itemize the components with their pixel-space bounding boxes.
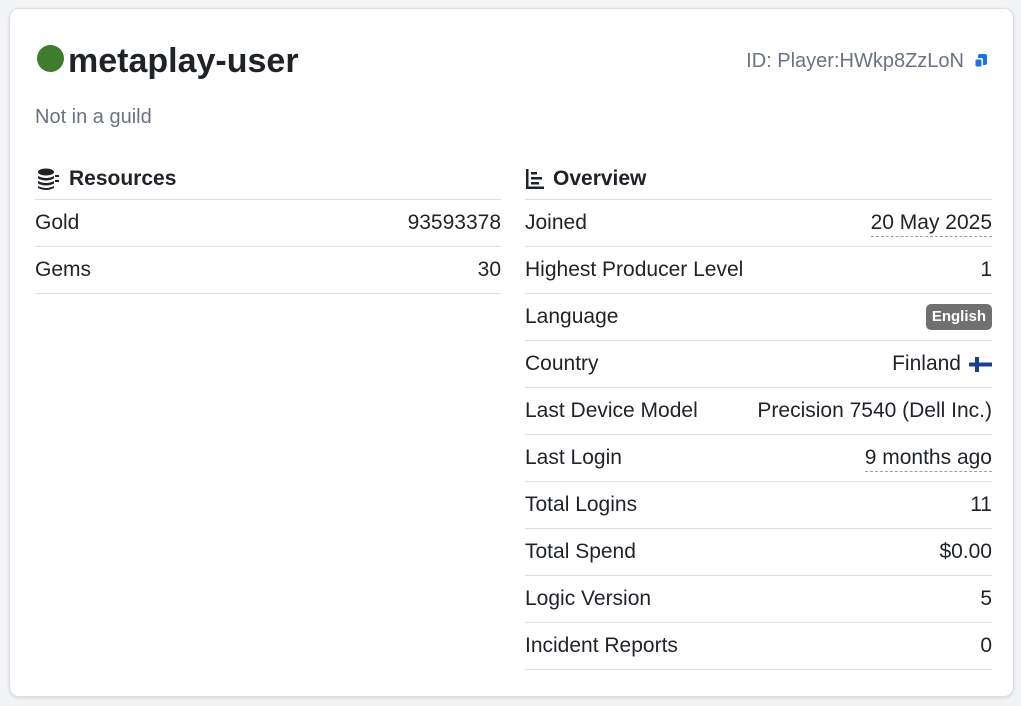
resource-row: Gold 93593378 — [35, 200, 501, 247]
country-name: Finland — [892, 352, 961, 375]
overview-row-total-spend: Total Spend $0.00 — [525, 529, 992, 576]
overview-row-language: Language English — [525, 294, 992, 341]
overview-value: 1 — [980, 258, 992, 281]
online-status-indicator — [37, 45, 64, 72]
overview-row-device: Last Device Model Precision 7540 (Dell I… — [525, 388, 992, 435]
overview-label: Incident Reports — [525, 634, 678, 657]
overview-title: Overview — [553, 167, 647, 190]
resource-value: 30 — [477, 258, 501, 281]
overview-label: Highest Producer Level — [525, 258, 744, 281]
overview-label: Joined — [525, 211, 587, 234]
overview-value: Precision 7540 (Dell Inc.) — [757, 399, 992, 422]
resources-header: Resources — [35, 159, 501, 200]
player-id: ID: Player:HWkp8ZzLoN — [746, 50, 964, 72]
coins-icon — [38, 168, 59, 190]
resource-row: Gems 30 — [35, 247, 501, 294]
resource-label: Gold — [35, 211, 80, 234]
overview-row-incident-reports: Incident Reports 0 — [525, 623, 992, 670]
overview-label: Total Spend — [525, 540, 636, 563]
player-name: metaplay-user — [68, 42, 299, 80]
finland-flag-icon — [969, 356, 992, 372]
player-overview-card: metaplay-user ID: Player:HWkp8ZzLoN Not … — [9, 8, 1014, 697]
overview-row-joined: Joined 20 May 2025 — [525, 200, 992, 247]
overview-label: Country — [525, 352, 599, 375]
joined-date[interactable]: 20 May 2025 — [870, 210, 992, 237]
chart-bar-icon — [526, 169, 544, 189]
country-value: Finland — [892, 352, 992, 376]
resource-label: Gems — [35, 258, 92, 281]
guild-status: Not in a guild — [35, 106, 152, 128]
copy-icon[interactable] — [972, 52, 990, 70]
resource-value: 93593378 — [407, 211, 501, 234]
player-header: metaplay-user ID: Player:HWkp8ZzLoN — [35, 39, 990, 83]
overview-row-country: Country Finland — [525, 341, 992, 388]
resources-title: Resources — [69, 167, 177, 190]
resources-section: Resources Gold 93593378 Gems 30 — [35, 159, 501, 294]
language-badge: English — [925, 304, 992, 330]
overview-value: 11 — [970, 493, 992, 516]
overview-value: 5 — [980, 587, 992, 610]
overview-row-last-login: Last Login 9 months ago — [525, 435, 992, 482]
overview-label: Logic Version — [525, 587, 652, 610]
overview-row-logic-version: Logic Version 5 — [525, 576, 992, 623]
overview-header: Overview — [525, 159, 992, 200]
overview-row-total-logins: Total Logins 11 — [525, 482, 992, 529]
overview-value: $0.00 — [939, 540, 992, 563]
overview-label: Last Device Model — [525, 399, 698, 422]
overview-row-producer-level: Highest Producer Level 1 — [525, 247, 992, 294]
overview-value: 0 — [980, 634, 992, 657]
overview-label: Total Logins — [525, 493, 638, 516]
overview-section: Overview Joined 20 May 2025 Highest Prod… — [525, 159, 992, 670]
overview-label: Last Login — [525, 446, 622, 469]
overview-label: Language — [525, 305, 619, 328]
last-login-time[interactable]: 9 months ago — [864, 445, 992, 472]
